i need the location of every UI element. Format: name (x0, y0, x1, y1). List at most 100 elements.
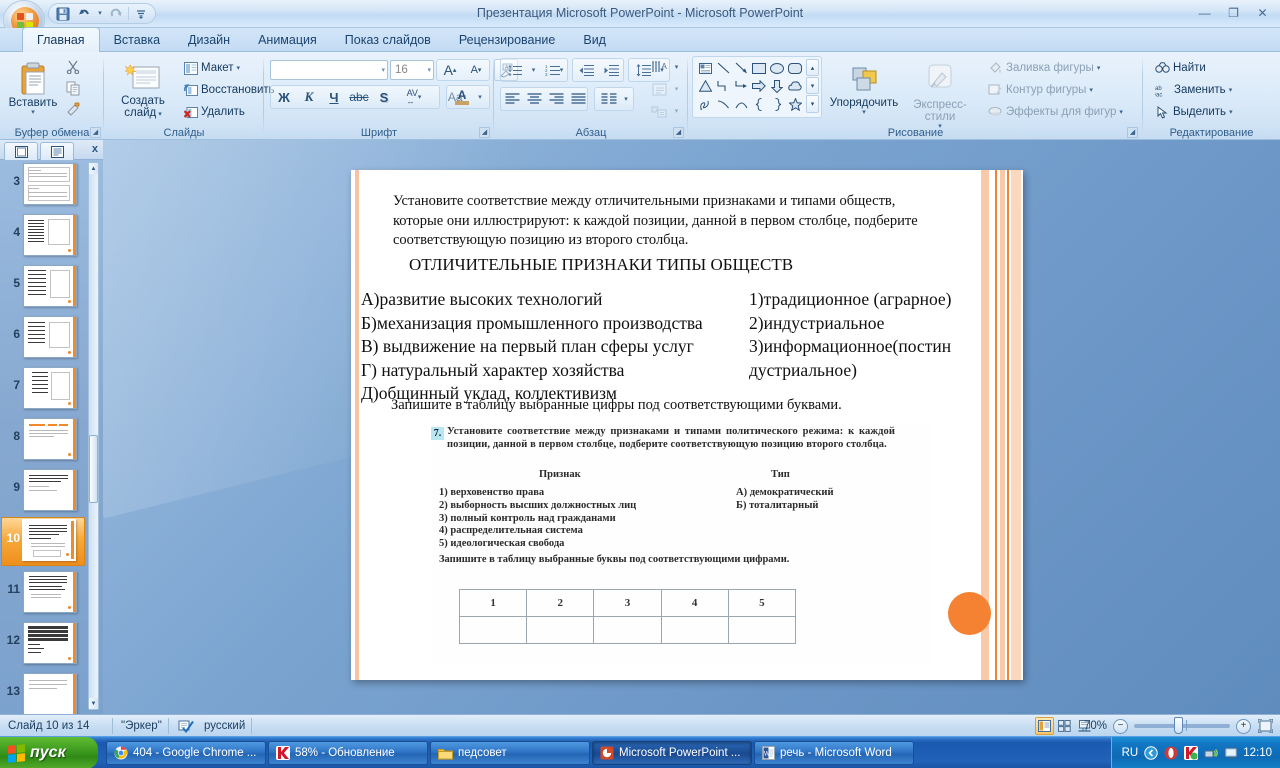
close-pane-icon[interactable]: x (92, 143, 98, 155)
align-center-icon[interactable] (524, 88, 545, 110)
strikethrough-button[interactable]: abc (347, 86, 371, 108)
opera-icon[interactable] (1163, 746, 1178, 761)
shape-fill-button[interactable]: Заливка фигуры ▾ (984, 58, 1104, 78)
paragraph-dialog-launcher[interactable]: ◢ (673, 127, 684, 138)
shape-triangle-icon[interactable] (696, 77, 714, 95)
shape-outline-button[interactable]: Контур фигуры ▾ (984, 80, 1097, 100)
shapes-more-icon[interactable]: ▾ (806, 95, 819, 113)
tab-animation[interactable]: Анимация (244, 28, 331, 52)
shrink-font-icon[interactable]: A▾ (464, 60, 488, 80)
copy-icon[interactable] (62, 78, 84, 98)
zoom-out-button[interactable]: − (1113, 719, 1128, 734)
columns-icon[interactable] (596, 88, 621, 110)
shape-arc-icon[interactable] (732, 95, 750, 113)
font-size-combo[interactable]: 16 ▾ (390, 60, 434, 80)
smartart-dropdown-icon[interactable]: ▾ (671, 100, 682, 122)
slide-write-in-text[interactable]: Запишите в таблицу выбранные цифры под с… (391, 397, 842, 414)
convert-to-smartart-icon[interactable] (646, 100, 672, 122)
shape-elbow-connector-icon[interactable] (714, 77, 732, 95)
current-slide[interactable]: Установите соответствие между отличитель… (351, 170, 1023, 680)
shape-curve-icon[interactable] (714, 95, 732, 113)
shape-cloud-icon[interactable] (786, 77, 804, 95)
shape-left-brace-icon[interactable] (750, 95, 768, 113)
bold-button[interactable]: Ж (272, 86, 296, 108)
shape-star-icon[interactable] (786, 95, 804, 113)
shape-freeform-icon[interactable] (696, 95, 714, 113)
clock[interactable]: 12:10 (1243, 747, 1272, 759)
thumbnail-slide-11[interactable]: 11 (0, 568, 88, 618)
undo-dropdown-icon[interactable]: ▾ (96, 5, 104, 22)
select-button[interactable]: Выделить ▾ (1151, 102, 1237, 122)
close-button[interactable]: ✕ (1249, 3, 1276, 23)
undo-icon[interactable] (75, 5, 93, 22)
character-spacing-button[interactable]: AV ↔ ▾ (397, 86, 431, 108)
slide-thumbnail-list[interactable]: 3 4 (0, 160, 88, 714)
slide-canvas[interactable]: Установите соответствие между отличитель… (103, 140, 1280, 714)
align-text-dropdown-icon[interactable]: ▾ (671, 78, 682, 100)
shapes-scroll-down-icon[interactable]: ▾ (806, 77, 819, 94)
thumbnail-slide-5[interactable]: 5 (0, 262, 88, 312)
delete-slide-button[interactable]: Удалить (180, 102, 249, 122)
columns-dropdown-icon[interactable]: ▾ (620, 88, 632, 110)
numbering-dropdown-icon[interactable]: ▾ (556, 59, 567, 81)
taskbar-item-chrome[interactable]: 404 - Google Chrome ... (106, 741, 266, 765)
save-icon[interactable] (54, 5, 72, 22)
layout-dropdown-icon[interactable]: ▾ (237, 65, 241, 72)
font-name-combo[interactable]: ▾ (270, 60, 388, 80)
slide-sorter-icon[interactable] (1055, 717, 1074, 735)
new-slide-button[interactable]: Создать слайд ▾ (112, 57, 174, 121)
shape-rounded-rect-icon[interactable] (786, 59, 804, 77)
shape-block-arrow-down-icon[interactable] (768, 77, 786, 95)
language-indicator[interactable]: русский (196, 715, 253, 737)
show-hidden-icons-icon[interactable] (1143, 746, 1158, 761)
slide-left-column[interactable]: А)развитие высоких технологий Б)механиза… (361, 288, 703, 406)
align-text-icon[interactable] (646, 78, 672, 100)
text-shadow-button[interactable]: S (372, 86, 396, 108)
outline-tab[interactable] (40, 142, 74, 160)
thumbnail-slide-9[interactable]: 9 (0, 466, 88, 516)
taskbar-item-kaspersky[interactable]: 58% - Обновление (268, 741, 428, 765)
kaspersky-tray-icon[interactable] (1183, 746, 1198, 761)
thumbnail-slide-13[interactable]: 13 (0, 670, 88, 714)
slide-right-column[interactable]: 1)традиционное (аграрное) 2)индустриальн… (749, 288, 952, 382)
redo-icon[interactable] (107, 5, 125, 22)
tab-insert[interactable]: Вставка (100, 28, 174, 52)
paste-button[interactable]: Вставить ▾ (6, 57, 60, 121)
slide-column-headers[interactable]: ОТЛИЧИТЕЛЬНЫЕ ПРИЗНАКИ ТИПЫ ОБЩЕСТВ (409, 255, 793, 275)
restore-button[interactable]: ❐ (1220, 3, 1247, 23)
thumbnail-slide-4[interactable]: 4 (0, 211, 88, 261)
text-direction-dropdown-icon[interactable]: ▾ (671, 56, 682, 78)
shape-right-brace-icon[interactable] (768, 95, 786, 113)
shape-arrow-icon[interactable] (732, 59, 750, 77)
text-direction-icon[interactable]: A (646, 56, 672, 78)
slide-intro-text[interactable]: Установите соответствие между отличитель… (393, 192, 941, 251)
clipboard-dialog-launcher[interactable]: ◢ (90, 127, 101, 138)
zoom-in-button[interactable]: + (1236, 719, 1251, 734)
bullet-dropdown-icon[interactable]: ▾ (528, 59, 539, 81)
zoom-slider-handle[interactable] (1174, 717, 1183, 734)
replace-button[interactable]: ab ac Заменить ▾ (1151, 80, 1236, 100)
slides-pane-scrollbar[interactable]: ▲ ▼ (88, 162, 99, 710)
font-color-dropdown-icon[interactable]: ▾ (474, 86, 486, 108)
thumbnail-slide-6[interactable]: 6 (0, 313, 88, 363)
italic-button[interactable]: К (297, 86, 321, 108)
taskbar-item-powerpoint[interactable]: Microsoft PowerPoint ... (592, 741, 752, 765)
tab-review[interactable]: Рецензирование (445, 28, 570, 52)
tab-home[interactable]: Главная (22, 27, 100, 52)
underline-button[interactable]: Ч (322, 86, 346, 108)
thumbnail-slide-8[interactable]: 8 (0, 415, 88, 465)
scroll-up-icon[interactable]: ▲ (89, 163, 98, 174)
language-bar[interactable]: RU (1122, 747, 1139, 759)
font-dialog-launcher[interactable]: ◢ (479, 127, 490, 138)
shapes-scroll-up-icon[interactable]: ▴ (806, 59, 819, 76)
tab-view[interactable]: Вид (569, 28, 620, 52)
decrease-indent-icon[interactable] (574, 59, 598, 81)
taskbar-item-folder[interactable]: педсовет (430, 741, 590, 765)
format-painter-icon[interactable] (62, 99, 84, 119)
justify-icon[interactable] (568, 88, 589, 110)
shape-rectangle-icon[interactable] (750, 59, 768, 77)
thumbnail-slide-12[interactable]: 12 (0, 619, 88, 669)
zoom-slider[interactable] (1134, 724, 1230, 728)
cut-icon[interactable] (62, 57, 84, 77)
monitor-icon[interactable] (1223, 746, 1238, 761)
